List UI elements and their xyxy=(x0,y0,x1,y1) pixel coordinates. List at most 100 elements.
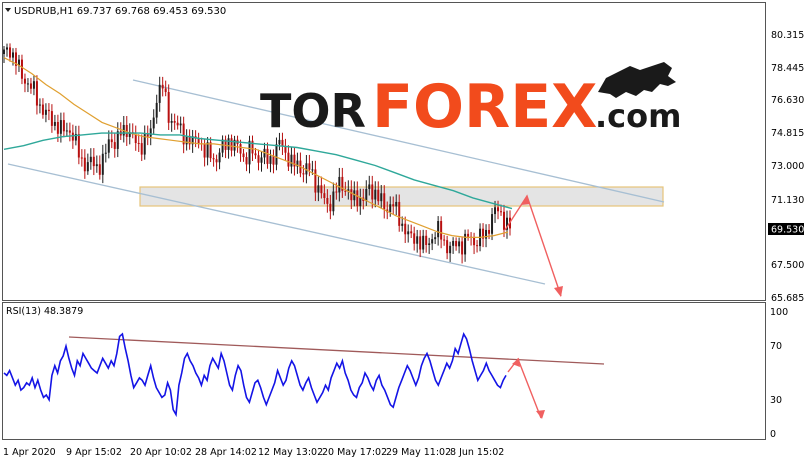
rsi-tick: 100 xyxy=(770,307,788,318)
candle-body xyxy=(260,157,263,163)
candle-body xyxy=(428,243,431,245)
candle-body xyxy=(65,130,68,132)
candle-body xyxy=(389,204,392,213)
candle-body xyxy=(431,239,434,244)
candle-body xyxy=(422,235,425,250)
candle-body xyxy=(173,121,176,123)
candle-body xyxy=(206,142,209,158)
candle-body xyxy=(155,102,158,118)
candle-body xyxy=(212,158,215,160)
candle-body xyxy=(137,143,140,145)
candle-body xyxy=(98,164,101,175)
candle-body xyxy=(446,240,449,254)
candle-body xyxy=(443,239,446,241)
candle-body xyxy=(458,241,461,247)
candle-body xyxy=(26,83,29,85)
candle-body xyxy=(317,185,320,193)
candle-body xyxy=(176,122,179,126)
candle-body xyxy=(287,152,290,167)
candle-body xyxy=(383,193,386,210)
candle-body xyxy=(500,211,503,213)
candle-body xyxy=(485,229,488,239)
rsi-label: RSI(13) 48.3879 xyxy=(6,306,83,317)
candle-body xyxy=(68,130,71,133)
candle-body xyxy=(53,121,56,126)
time-tick: 9 Apr 15:02 xyxy=(66,447,122,458)
candle-body xyxy=(377,189,380,202)
candle-body xyxy=(392,204,395,207)
price-tick: 71.130 xyxy=(771,195,804,206)
price-tick: 78.445 xyxy=(771,63,804,74)
candle-body xyxy=(242,153,245,158)
candle-body xyxy=(35,81,38,106)
candle-body xyxy=(32,81,35,89)
candle-body xyxy=(380,193,383,202)
candle-body xyxy=(503,211,506,230)
candle-body xyxy=(185,135,188,145)
candle-body xyxy=(41,104,44,115)
candle-body xyxy=(257,155,260,163)
candle-body xyxy=(473,237,476,246)
candle-body xyxy=(338,176,341,193)
candle-body xyxy=(158,84,161,103)
candle-body xyxy=(116,131,119,149)
candle-body xyxy=(332,191,335,212)
candle-body xyxy=(371,184,374,200)
candle-body xyxy=(71,132,74,141)
candle-body xyxy=(425,235,428,245)
candle-body xyxy=(227,138,230,150)
candle-body xyxy=(311,169,314,171)
candle-body xyxy=(374,189,377,200)
candle-body xyxy=(89,156,92,163)
rsi-chart-frame xyxy=(2,302,766,440)
candle-body xyxy=(203,144,206,158)
candle-body xyxy=(449,245,452,254)
candle-body xyxy=(59,120,62,134)
candle-body xyxy=(398,201,401,226)
candle-body xyxy=(113,142,116,149)
time-tick: 29 May 11:02 xyxy=(386,447,451,458)
candle-body xyxy=(230,138,233,151)
candle-body xyxy=(218,152,221,163)
candle-body xyxy=(104,152,107,154)
candle-body xyxy=(497,207,500,212)
candle-body xyxy=(245,157,248,165)
candle-body xyxy=(215,159,218,163)
candle-body xyxy=(107,139,110,153)
candle-body xyxy=(437,221,440,238)
candle-body xyxy=(335,191,338,193)
rsi-axis: 100 70 30 0 xyxy=(770,307,788,440)
price-tick: 73.000 xyxy=(771,161,804,172)
candle-body xyxy=(140,143,143,155)
main-chart-frame xyxy=(2,2,766,301)
candle-body xyxy=(170,121,173,123)
candle-body xyxy=(164,88,167,93)
price-axis: 80.315 78.445 76.630 74.815 73.000 71.13… xyxy=(771,30,804,304)
rsi-tick: 0 xyxy=(770,429,776,440)
candle-body xyxy=(167,92,170,123)
candle-body xyxy=(11,52,14,58)
resistance-zone xyxy=(139,186,664,207)
candle-body xyxy=(161,84,164,89)
candle-body xyxy=(395,201,398,207)
candle-body xyxy=(290,154,293,167)
price-tick: 76.630 xyxy=(771,95,804,106)
candle-body xyxy=(266,148,269,164)
candle-body xyxy=(248,140,251,165)
time-axis: 1 Apr 2020 9 Apr 15:02 20 Apr 10:02 28 A… xyxy=(3,447,504,458)
time-tick: 8 Jun 15:02 xyxy=(450,447,504,458)
candle-body xyxy=(314,169,317,193)
price-tick: 80.315 xyxy=(771,30,804,41)
time-tick: 20 Apr 10:02 xyxy=(130,447,192,458)
candle-body xyxy=(488,229,491,234)
price-tick: 65.685 xyxy=(771,293,804,304)
candle-body xyxy=(110,139,113,143)
candle-body xyxy=(323,193,326,198)
symbol-ohlc-label: USDRUB,H1 69.737 69.768 69.453 69.530 xyxy=(14,6,226,17)
candle-body xyxy=(80,157,83,159)
candle-body xyxy=(272,156,275,165)
candle-body xyxy=(326,197,329,204)
candle-body xyxy=(281,139,284,147)
candle-body xyxy=(302,173,305,175)
candle-body xyxy=(308,163,311,170)
